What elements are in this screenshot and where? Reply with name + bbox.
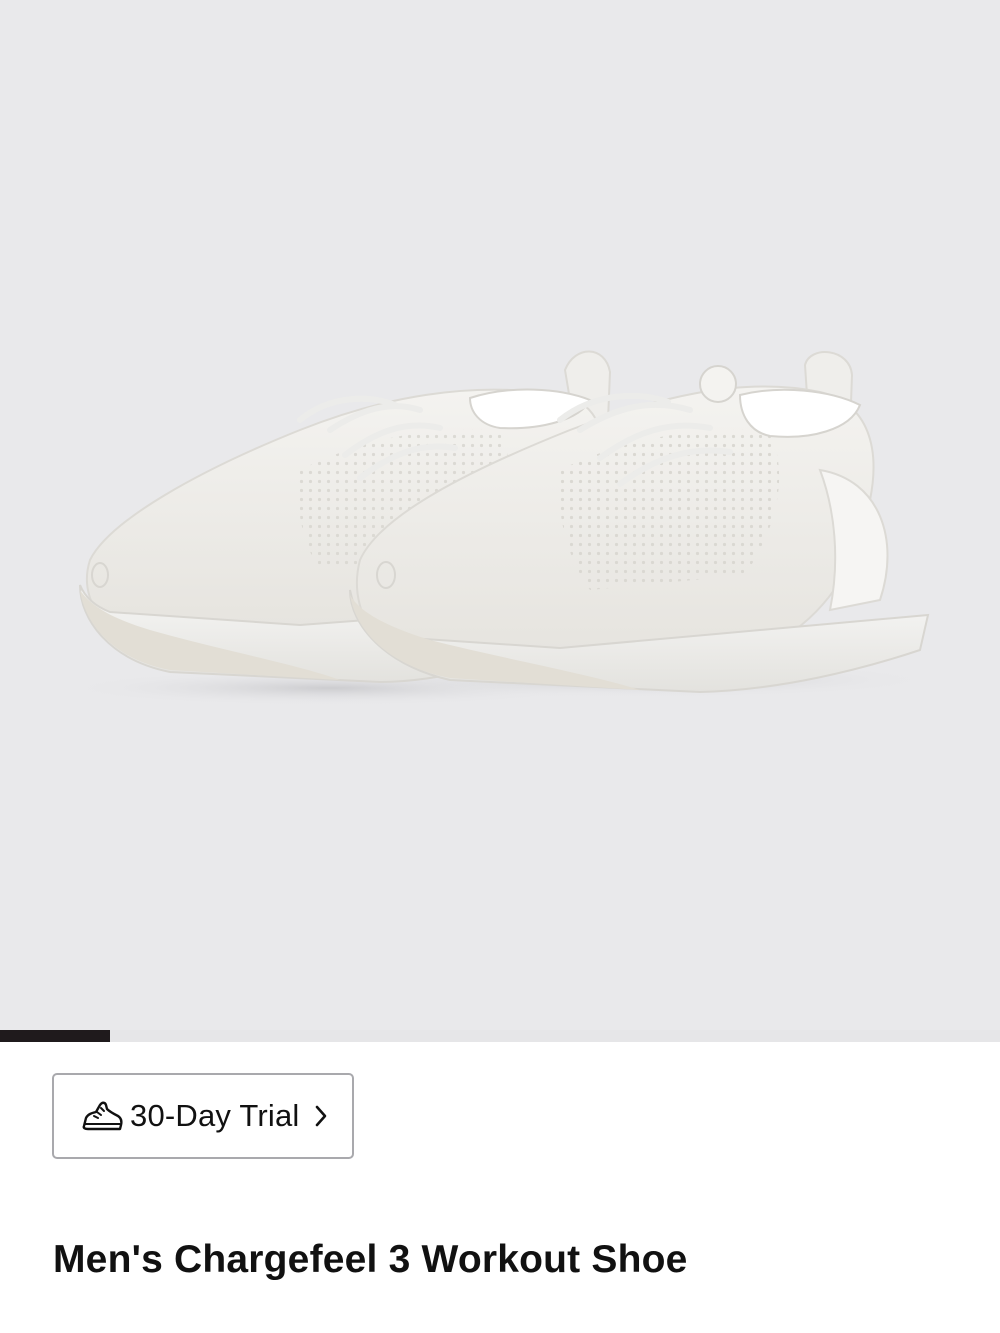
shoe-icon <box>80 1094 124 1138</box>
gallery-progress-fill <box>0 1030 110 1042</box>
gallery-progress-bar <box>0 1030 1000 1042</box>
shoe-pair-illustration <box>60 350 940 706</box>
product-page: 30-Day Trial Men's Chargefeel 3 Workout … <box>0 0 1000 1333</box>
product-title: Men's Chargefeel 3 Workout Shoe <box>53 1238 688 1281</box>
trial-label: 30-Day Trial <box>130 1098 300 1133</box>
chevron-right-icon <box>314 1103 330 1129</box>
product-image[interactable] <box>0 0 1000 1030</box>
thirty-day-trial-button[interactable]: 30-Day Trial <box>52 1073 354 1159</box>
